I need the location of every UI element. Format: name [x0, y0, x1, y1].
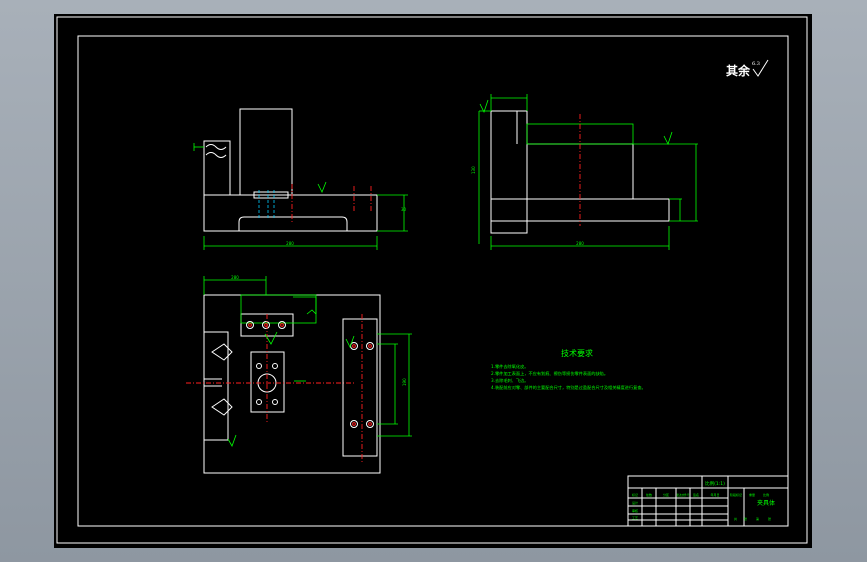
front-view[interactable]: 280 30: [193, 108, 408, 250]
front-upright: [239, 108, 293, 196]
tb-label-sheet-2: 张: [768, 516, 771, 521]
tb-label-ratio: 比例: [763, 492, 769, 497]
front-spring-icon: [205, 144, 227, 158]
front-slot: [238, 216, 348, 231]
front-roughness-icon: [317, 181, 327, 193]
tb-label-no: 第: [756, 516, 759, 521]
title-block: 比例(1:1) 夹具体 标记 处数 分区 更改文件号 签名 年月日 设计 审核 …: [627, 475, 789, 527]
tech-title: 技术要求: [561, 348, 593, 358]
front-height-text: 30: [401, 207, 407, 212]
tb-label-process: 工艺: [632, 515, 638, 520]
tb-label-total: 共: [734, 516, 737, 521]
tech-requirements: 技术要求 1.零件去除氧化皮。 2.零件加工表面上，不应有划痕、擦伤等损伤零件表…: [491, 348, 646, 391]
side-roughness-icon-2: [479, 99, 489, 114]
cad-viewport[interactable]: 其余 6.3 280 30 130 280 190 280 技术要求 1.零件去…: [0, 0, 867, 562]
tb-label-date: 年月日: [710, 492, 719, 497]
plan-center-plate: [250, 351, 285, 413]
side-upright: [490, 110, 528, 234]
tb-label-sign: 签名: [693, 492, 699, 497]
tb-label-mark: 标记: [632, 492, 638, 497]
plan-width-text: 280: [231, 275, 239, 280]
roughness-text: 其余: [726, 63, 751, 78]
side-view[interactable]: 130 280: [471, 94, 698, 250]
front-clamp-post: [203, 140, 231, 196]
tb-label-sheet: 张: [744, 516, 747, 521]
tech-item-4: 4.装配前应对零、部件的主要配合尺寸，特别是过盈配合尺寸及相关精度进行复查。: [491, 384, 646, 391]
inner-border: [77, 35, 789, 527]
outer-border: [56, 16, 808, 544]
side-height-text: 130: [471, 166, 476, 174]
drawing-canvas: 其余 6.3 280 30 130 280 190 280 技术要求 1.零件去…: [56, 16, 808, 544]
title-scale: 比例(1:1): [705, 480, 725, 487]
front-width-text: 280: [286, 241, 294, 246]
tb-label-review: 审核: [632, 508, 638, 513]
plan-view[interactable]: 190 280: [186, 275, 412, 474]
roughness-note: 其余 6.3: [726, 59, 769, 78]
plan-height-text: 190: [402, 378, 407, 386]
plan-roughness-icon-3: [227, 434, 237, 447]
plan-left-screws: [204, 378, 222, 387]
tb-label-count: 处数: [646, 492, 652, 497]
tb-label-weight: 重量: [749, 492, 755, 497]
side-width-text: 280: [576, 241, 584, 246]
roughness-value: 6.3: [752, 61, 760, 67]
tech-item-1: 1.零件去除氧化皮。: [491, 363, 529, 370]
tech-item-2: 2.零件加工表面上，不应有划痕、擦伤等损伤零件表面的缺陷。: [491, 370, 608, 377]
tb-label-change: 更改文件号: [677, 493, 690, 497]
plan-base: [203, 294, 381, 474]
plan-top-dim: [240, 294, 317, 324]
plan-top-holes: [246, 321, 286, 329]
side-roughness-icon: [663, 131, 673, 146]
tech-item-3: 3.去除毛刺、飞边。: [491, 377, 529, 384]
tb-label-zone: 分区: [663, 492, 669, 497]
drawing-sheet[interactable]: 其余 6.3 280 30 130 280 190 280 技术要求 1.零件去…: [54, 14, 812, 548]
front-base: [203, 194, 378, 232]
tb-label-stage: 阶段标记: [730, 492, 742, 497]
title-drawing-name: 夹具体: [757, 499, 775, 507]
tb-label-design: 设计: [632, 500, 638, 505]
plan-right-plate: [342, 318, 378, 457]
